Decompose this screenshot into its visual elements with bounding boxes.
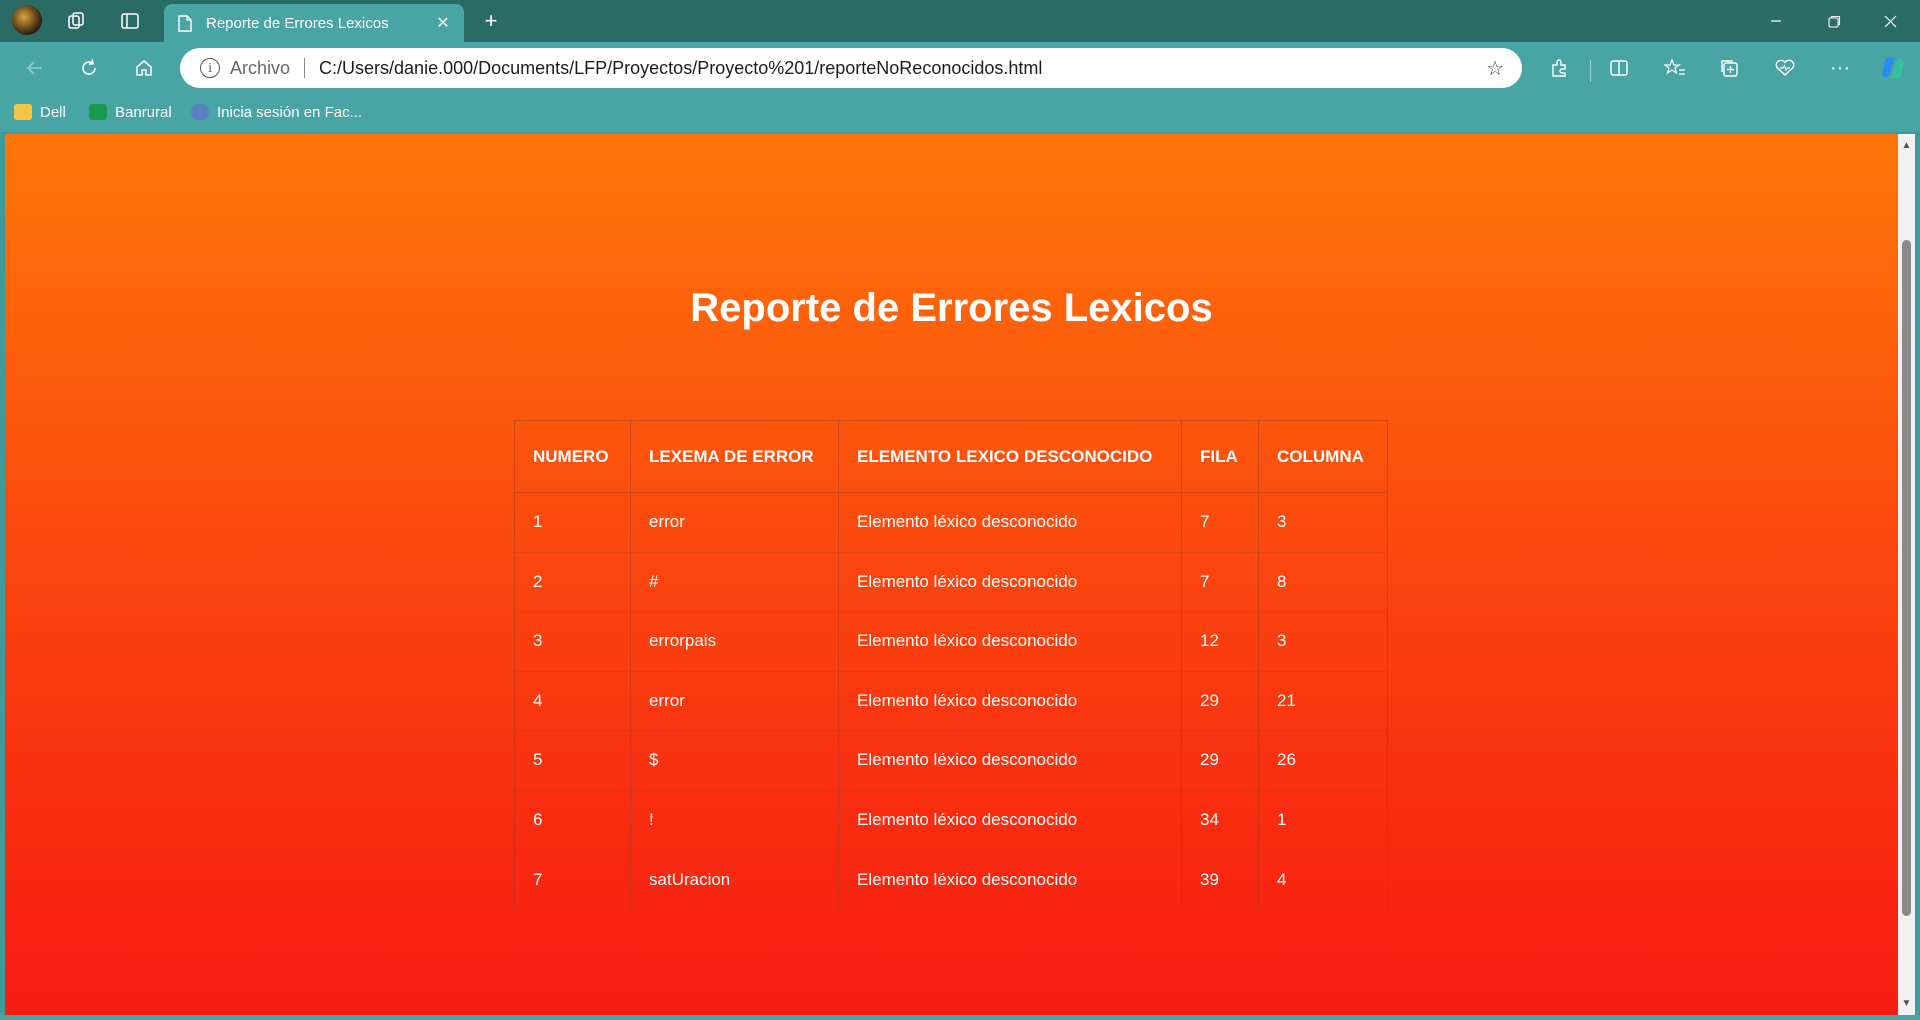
cell-elemento: Elemento léxico desconocido [838,790,1182,850]
minimize-button[interactable] [1748,0,1804,42]
workspaces-icon[interactable] [60,6,92,36]
bookmark-label: Banrural [115,103,172,121]
bookmark-label: Inicia sesión en Fac... [217,103,363,121]
bookmarks-bar: Dell Banrural Inicia sesión en Fac... [0,92,1920,132]
cell-fila: 7 [1181,492,1259,553]
cell-columna: 3 [1258,611,1388,672]
table-row: 7 satUracion Elemento léxico desconocido… [514,849,1388,909]
restore-button[interactable] [1806,0,1862,42]
cell-columna: 8 [1258,552,1388,612]
table-row: 2 # Elemento léxico desconocido 7 8 [514,552,1388,612]
back-button[interactable] [18,51,52,85]
cell-lexema: ! [630,790,839,850]
scroll-down-icon[interactable]: ▼ [1898,995,1915,1012]
cell-elemento: Elemento léxico desconocido [838,611,1182,672]
table-row: 6 ! Elemento léxico desconocido 34 1 [514,790,1388,850]
profile-avatar[interactable] [12,5,42,35]
table-row: 1 error Elemento léxico desconocido 7 3 [514,492,1388,553]
cell-elemento: Elemento léxico desconocido [838,730,1182,791]
banrural-icon [89,104,107,120]
cell-lexema: error [630,492,839,553]
cell-elemento: Elemento léxico desconocido [838,492,1182,553]
settings-more-icon[interactable]: ··· [1823,51,1857,85]
bookmark-label: Dell [40,103,66,121]
vertical-scrollbar[interactable]: ▲ ▼ [1898,134,1915,1015]
cell-elemento: Elemento léxico desconocido [838,849,1182,909]
cell-lexema: $ [630,730,839,791]
bookmark-dell[interactable]: Dell [14,100,66,124]
page-title: Reporte de Errores Lexicos [690,286,1213,330]
cell-fila: 12 [1181,611,1259,672]
cell-numero: 1 [514,492,631,553]
favorites-icon[interactable] [1658,51,1692,85]
cell-columna: 26 [1258,730,1388,791]
header-lexema: LEXEMA DE ERROR [630,420,839,493]
table-row: 5 $ Elemento léxico desconocido 29 26 [514,730,1388,791]
facebook-login-icon [191,104,209,120]
cell-columna: 1 [1258,790,1388,850]
new-tab-button[interactable]: + [474,6,508,36]
bookmark-banrural[interactable]: Banrural [89,100,172,124]
cell-numero: 5 [514,730,631,791]
errors-table: NUMERO LEXEMA DE ERROR ELEMENTO LEXICO D… [514,420,1388,909]
address-bar[interactable]: i Archivo C:/Users/danie.000/Documents/L… [180,48,1522,88]
header-numero: NUMERO [514,420,631,493]
browser-essentials-icon[interactable] [1768,51,1802,85]
page-icon [176,14,194,32]
cell-lexema: satUracion [630,849,839,909]
bookmark-facebook-login[interactable]: Inicia sesión en Fac... [191,100,362,124]
cell-numero: 2 [514,552,631,612]
close-tab-icon[interactable]: ✕ [428,8,458,38]
header-elemento: ELEMENTO LEXICO DESCONOCIDO [838,420,1182,493]
tab-title: Reporte de Errores Lexicos [206,14,389,32]
extensions-icon[interactable] [1542,51,1576,85]
scrollbar-thumb[interactable] [1902,240,1911,916]
table-row: 3 errorpais Elemento léxico desconocido … [514,611,1388,672]
cell-fila: 29 [1181,671,1259,731]
address-divider [304,58,306,78]
site-info-icon[interactable]: i [200,58,220,78]
cell-numero: 3 [514,611,631,672]
cell-numero: 6 [514,790,631,850]
navigation-bar: i Archivo C:/Users/danie.000/Documents/L… [0,42,1920,92]
cell-numero: 7 [514,849,631,909]
folder-icon [14,104,32,120]
cell-fila: 39 [1181,849,1259,909]
table-header-row: NUMERO LEXEMA DE ERROR ELEMENTO LEXICO D… [514,420,1388,493]
table-row: 4 error Elemento léxico desconocido 29 2… [514,671,1388,731]
home-button[interactable] [127,51,161,85]
cell-numero: 4 [514,671,631,731]
url-text[interactable]: C:/Users/danie.000/Documents/LFP/Proyect… [319,58,1486,79]
page-viewport: Reporte de Errores Lexicos NUMERO LEXEMA… [5,134,1898,1015]
cell-columna: 3 [1258,492,1388,553]
cell-elemento: Elemento léxico desconocido [838,671,1182,731]
cell-fila: 29 [1181,730,1259,791]
browser-title-bar: Reporte de Errores Lexicos ✕ + [0,0,1920,42]
tab-actions-icon[interactable] [114,6,146,36]
collections-icon[interactable] [1713,51,1747,85]
cell-fila: 34 [1181,790,1259,850]
cell-elemento: Elemento léxico desconocido [838,552,1182,612]
cell-lexema: error [630,671,839,731]
cell-fila: 7 [1181,552,1259,612]
cell-lexema: # [630,552,839,612]
split-screen-icon[interactable] [1602,51,1636,85]
refresh-button[interactable] [72,51,106,85]
close-window-button[interactable] [1862,0,1918,42]
scroll-up-icon[interactable]: ▲ [1898,137,1915,154]
copilot-icon[interactable] [1876,51,1910,85]
favorite-star-icon[interactable]: ☆ [1486,56,1504,81]
tab-active[interactable]: Reporte de Errores Lexicos ✕ [164,4,464,42]
window-bottom-edge [0,1015,1920,1020]
protocol-label: Archivo [230,57,291,78]
header-columna: COLUMNA [1258,420,1388,493]
cell-lexema: errorpais [630,611,839,672]
header-fila: FILA [1181,420,1259,493]
cell-columna: 4 [1258,849,1388,909]
cell-columna: 21 [1258,671,1388,731]
toolbar-divider [1590,60,1591,82]
